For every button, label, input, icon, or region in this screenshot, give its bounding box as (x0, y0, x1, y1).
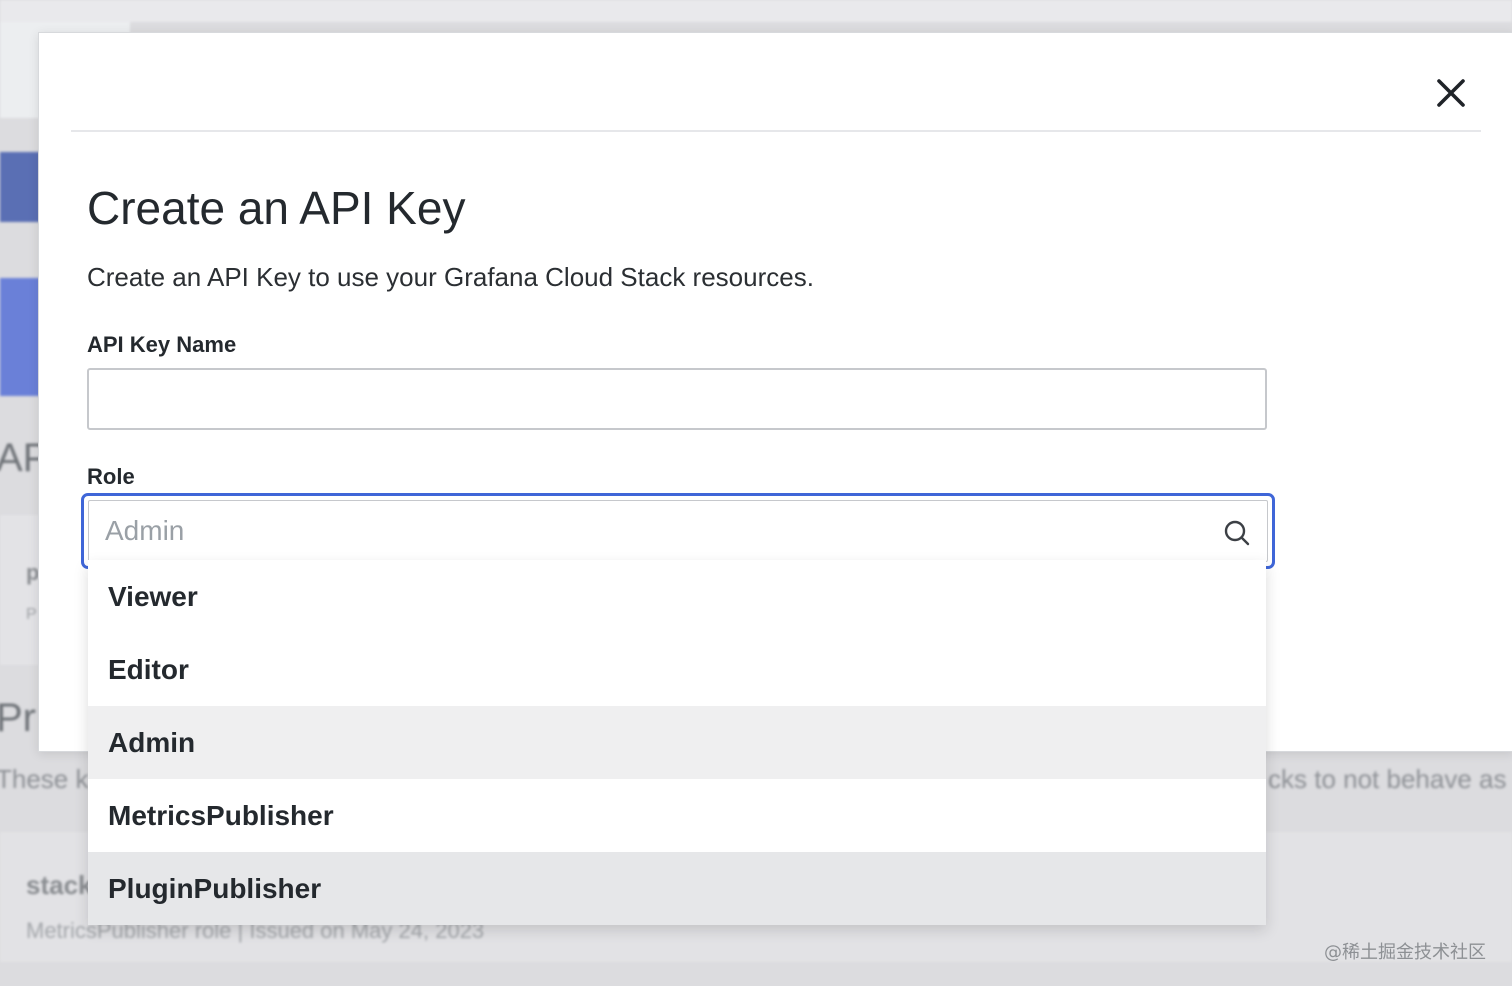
role-search-input[interactable] (88, 500, 1268, 562)
modal-title: Create an API Key (87, 182, 466, 234)
role-option-metricspublisher[interactable]: MetricsPublisher (88, 779, 1266, 852)
role-option-viewer[interactable]: Viewer (88, 560, 1266, 633)
background-heading: Pr (0, 696, 36, 740)
role-option-pluginpublisher[interactable]: PluginPublisher (88, 852, 1266, 925)
background-accent-block (0, 278, 40, 396)
modal-subtitle: Create an API Key to use your Grafana Cl… (87, 262, 814, 292)
background-description-left: These k (0, 764, 89, 794)
background-card (0, 515, 40, 665)
role-option-admin[interactable]: Admin (88, 706, 1266, 779)
search-icon (1224, 520, 1250, 546)
background-description-right: cks to not behave as (1268, 764, 1507, 794)
api-key-name-label: API Key Name (87, 332, 237, 357)
watermark: @稀土掘金技术社区 (1324, 942, 1486, 963)
role-option-editor[interactable]: Editor (88, 633, 1266, 706)
role-label: Role (87, 464, 135, 489)
background-text: P (26, 606, 37, 623)
background-row-title: stack (26, 870, 93, 900)
role-dropdown-menu: Viewer Editor Admin MetricsPublisher Plu… (88, 560, 1266, 925)
api-key-name-input[interactable] (87, 368, 1267, 430)
role-select[interactable] (81, 493, 1275, 569)
close-icon (1437, 79, 1465, 107)
close-button[interactable] (1429, 71, 1473, 115)
background-accent-block (0, 152, 40, 222)
background-top-bar (0, 0, 1512, 22)
header-divider (71, 130, 1481, 132)
